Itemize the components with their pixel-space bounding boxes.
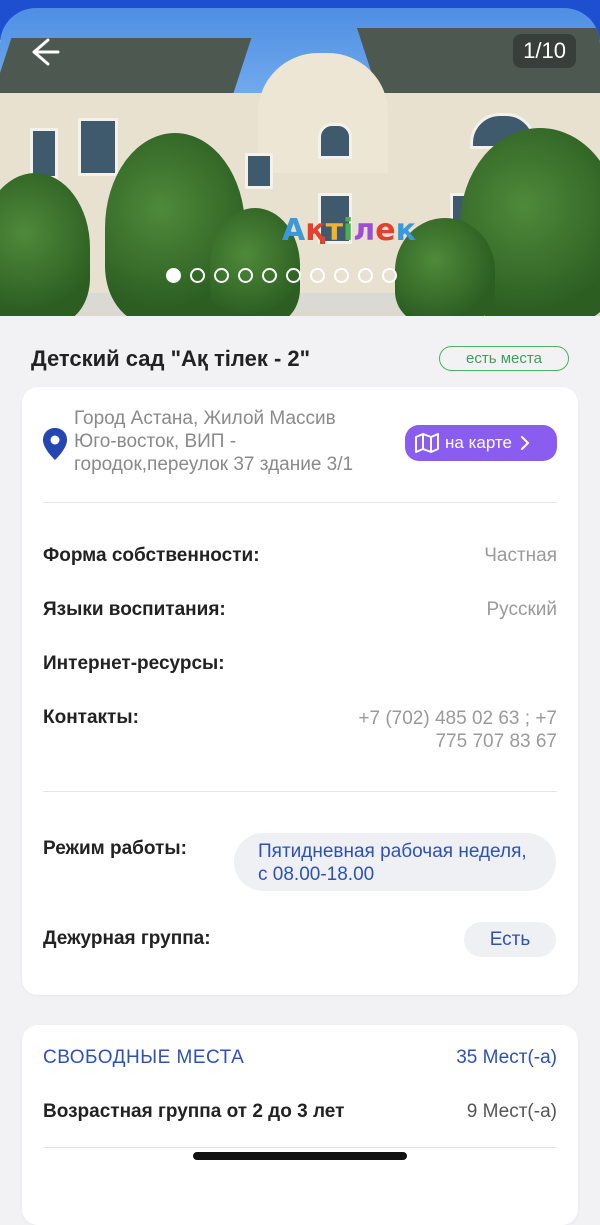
info-card: Город Астана, Жилой Массив Юго-восток, В… — [22, 387, 578, 995]
pagination-dot[interactable] — [382, 268, 397, 283]
address-line: Город Астана, Жилой Массив — [74, 408, 336, 429]
pagination-dot[interactable] — [238, 268, 253, 283]
kindergarten-sign: Ақтілек — [282, 213, 416, 248]
pagination-dot[interactable] — [334, 268, 349, 283]
pagination-dot[interactable] — [190, 268, 205, 283]
show-on-map-button[interactable]: на карте — [405, 425, 557, 461]
location-pin-icon — [43, 428, 67, 460]
gallery-pagination[interactable] — [166, 268, 397, 283]
work-mode-value: Пятидневная рабочая неделя, с 08.00-18.0… — [234, 833, 556, 891]
age-group-label: Возрастная группа от 2 до 3 лет — [43, 1101, 345, 1122]
divider — [43, 502, 557, 503]
contacts-label: Контакты: — [43, 707, 139, 728]
kindergarten-title: Детский сад "Ақ тілек - 2" — [31, 346, 311, 371]
pagination-dot[interactable] — [310, 268, 325, 283]
address-text: Город Астана, Жилой Массив Юго-восток, В… — [74, 407, 404, 476]
map-icon — [415, 433, 439, 453]
work-mode-label: Режим работы: — [43, 838, 187, 859]
divider — [43, 791, 557, 792]
age-group-count: 9 Мест(-а) — [466, 1101, 557, 1122]
photo-counter: 1/10 — [513, 34, 576, 68]
pagination-dot[interactable] — [166, 268, 181, 283]
languages-value: Русский — [486, 599, 558, 620]
back-arrow-icon[interactable] — [28, 36, 60, 68]
address-line: городок,переулок 37 здание 3/1 — [74, 454, 354, 475]
free-places-card: СВОБОДНЫЕ МЕСТА 35 Мест(-а) Возрастная г… — [22, 1025, 578, 1225]
chevron-right-icon — [520, 436, 530, 450]
address-line: Юго-восток, ВИП - — [74, 431, 237, 452]
contacts-value[interactable]: +7 (702) 485 02 63 ; +7 775 707 83 67 — [327, 707, 557, 753]
pagination-dot[interactable] — [286, 268, 301, 283]
map-button-label: на карте — [445, 433, 512, 452]
ownership-value: Частная — [484, 545, 557, 566]
internet-resources-label: Интернет-ресурсы: — [43, 653, 225, 674]
pagination-dot[interactable] — [214, 268, 229, 283]
divider — [43, 1147, 557, 1148]
home-indicator[interactable] — [193, 1152, 407, 1160]
free-places-total: 35 Мест(-а) — [456, 1047, 557, 1068]
free-places-heading: СВОБОДНЫЕ МЕСТА — [43, 1047, 245, 1068]
ownership-label: Форма собственности: — [43, 545, 260, 566]
pagination-dot[interactable] — [262, 268, 277, 283]
duty-group-value: Есть — [464, 922, 556, 957]
languages-label: Языки воспитания: — [43, 599, 226, 620]
duty-group-label: Дежурная группа: — [43, 928, 211, 949]
pagination-dot[interactable] — [358, 268, 373, 283]
availability-badge: есть места — [439, 346, 569, 371]
